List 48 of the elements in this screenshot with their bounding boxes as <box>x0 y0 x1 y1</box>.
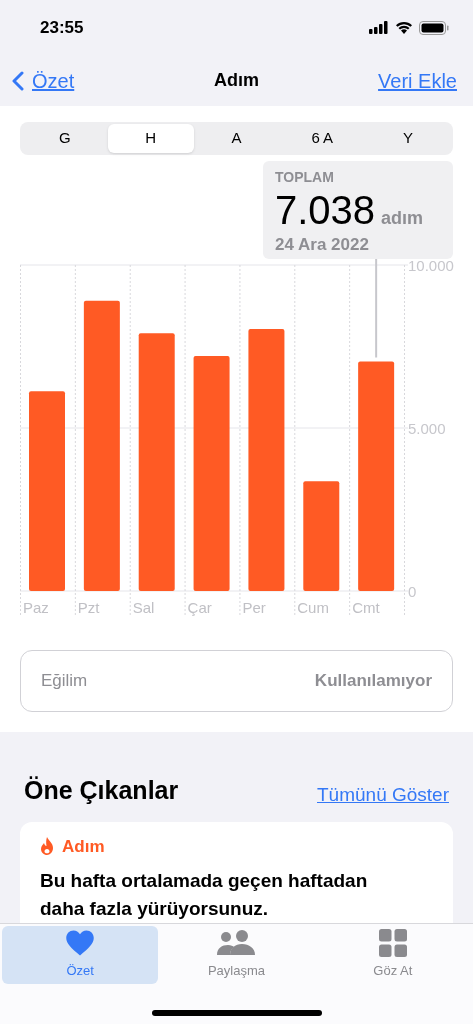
grid-icon <box>378 929 407 958</box>
bar[interactable] <box>193 355 230 591</box>
axis-label: Per <box>242 599 266 616</box>
wifi-icon <box>395 21 413 34</box>
axis-label: 0 <box>408 583 417 600</box>
add-data-link[interactable]: Veri Ekle <box>378 65 461 96</box>
bar[interactable] <box>138 333 175 591</box>
trend-label: Eğilim <box>41 670 88 693</box>
highlight-card[interactable]: Adım Bu hafta ortalamada geçen haftadan daha fazla yürüyorsunuz. <box>20 821 453 925</box>
callout-label: TOPLAM <box>275 168 335 187</box>
axis-label: Pzt <box>77 599 100 616</box>
unit-label: adım <box>381 209 424 227</box>
highlight-text: Bu hafta ortalamada geçen haftadan daha fazla yürüyorsunuz. <box>40 869 369 921</box>
trend-row[interactable]: Eğilim Kullanılamıyor <box>20 650 453 712</box>
signal-icon <box>369 21 389 34</box>
axis-label: Cmt <box>352 599 380 616</box>
axis-label: Paz <box>23 599 49 616</box>
callout-date: 24 Ara 2022 <box>275 234 370 256</box>
segment-tab[interactable]: Y <box>365 124 451 153</box>
bar[interactable] <box>248 328 285 591</box>
segment-tab[interactable]: 6 A <box>279 124 366 153</box>
axis-label: Cum <box>297 599 329 616</box>
battery-icon <box>419 20 449 35</box>
show-all-link[interactable]: Tümünü Göster <box>317 781 449 810</box>
axis-label: Çar <box>187 599 212 616</box>
back-link[interactable]: Özet <box>12 65 75 96</box>
bar[interactable] <box>358 259 395 591</box>
bar[interactable] <box>83 300 120 591</box>
trend-value: Kullanılamıyor <box>314 670 432 693</box>
flame-icon <box>40 837 54 856</box>
axis-label: 10.000 <box>408 259 454 274</box>
tab-item[interactable]: Özet <box>2 926 159 984</box>
page-title: Adım <box>214 69 259 92</box>
segment-tab[interactable]: H <box>107 124 194 153</box>
bar[interactable] <box>303 481 340 591</box>
total-value: 7.038 <box>275 190 376 230</box>
segment-tab[interactable]: A <box>193 124 280 153</box>
segment-tab[interactable]: G <box>22 124 108 153</box>
people-icon <box>216 929 257 958</box>
section-title: Öne Çıkanlar <box>24 775 179 806</box>
status-time: 23:55 <box>40 16 84 39</box>
tab-item[interactable]: Göz At <box>314 926 471 984</box>
highlight-category: Adım <box>62 835 105 858</box>
tab-item[interactable]: Paylaşma <box>158 926 315 984</box>
heart-icon <box>65 929 96 958</box>
axis-label: Sal <box>132 599 155 616</box>
axis-label: 5.000 <box>408 420 446 437</box>
chevron-left-icon <box>12 70 24 91</box>
